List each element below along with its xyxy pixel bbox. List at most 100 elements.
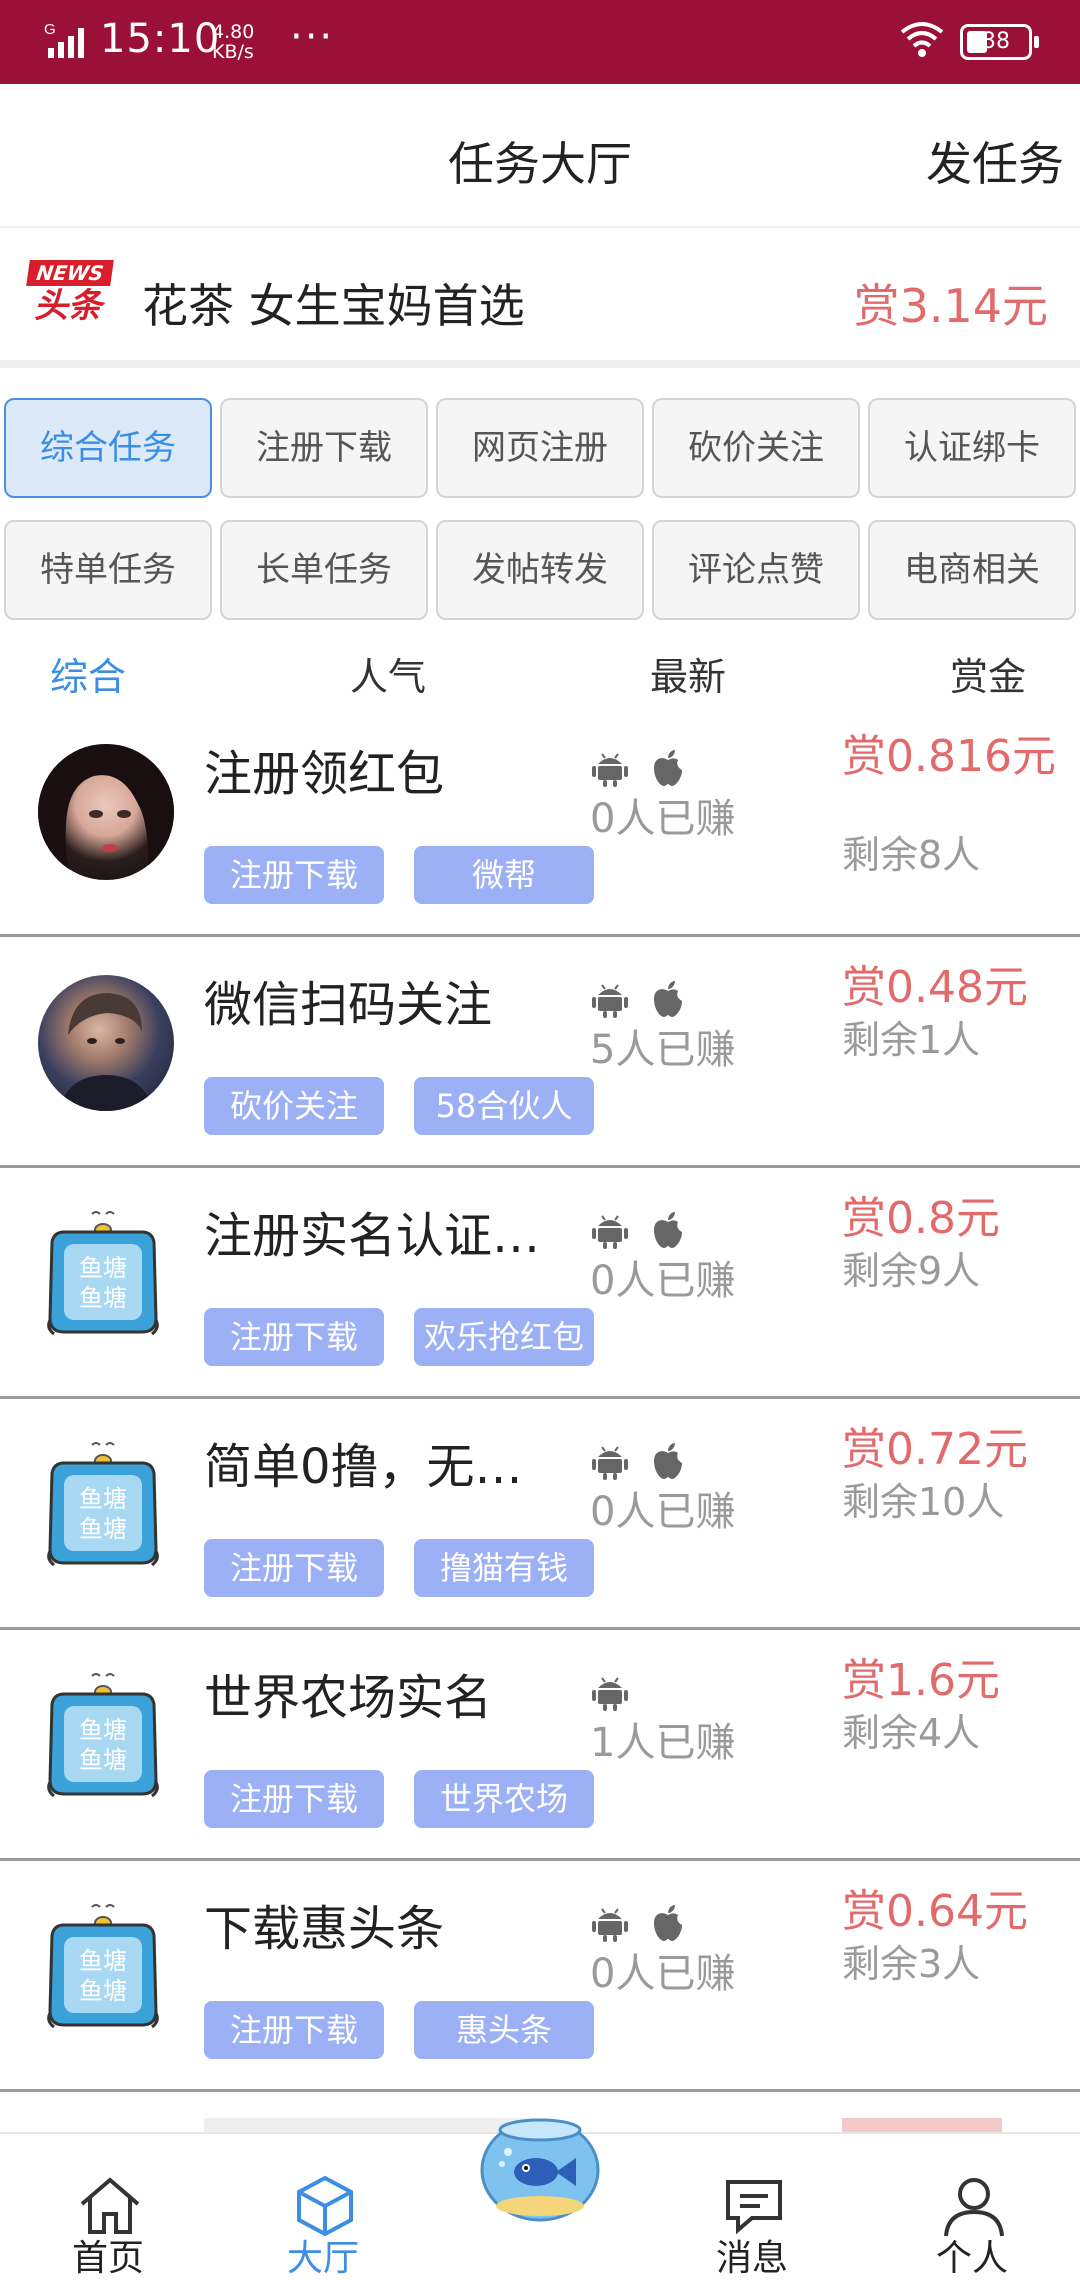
task-item[interactable]: 微信扫码关注 5人已赚 赏0.48元 剩余1人 砍价关注 58合伙人 (0, 937, 1080, 1168)
task-tag-category: 注册下载 (204, 1539, 384, 1597)
platform-icons (591, 750, 682, 788)
android-icon (591, 984, 629, 1019)
banner-reward: 赏3.14元 (853, 279, 1048, 333)
sort-tabs: 综合 人气 最新 赏金 (0, 636, 1080, 706)
sort-reward[interactable]: 赏金 (950, 646, 1026, 701)
category-verify-bind-card[interactable]: 认证绑卡 (868, 398, 1076, 498)
header: 任务大厅 发任务 (0, 84, 1080, 228)
pond-avatar-icon (47, 1672, 159, 1798)
sort-comprehensive[interactable]: 综合 (50, 646, 126, 701)
status-bar: G 15:10 4.80 KB/s ··· 38 (0, 0, 1080, 84)
publish-task-button[interactable]: 发任务 (926, 128, 1064, 194)
category-special[interactable]: 特单任务 (4, 520, 212, 620)
signal-icon: G (44, 21, 84, 58)
earned-count: 0人已赚 (590, 796, 736, 842)
pond-avatar-icon (47, 1441, 159, 1567)
task-reward: 赏0.64元 (842, 1886, 1028, 1937)
category-long-term[interactable]: 长单任务 (220, 520, 428, 620)
category-bargain-follow[interactable]: 砍价关注 (652, 398, 860, 498)
remaining-count: 剩余1人 (842, 1018, 981, 1062)
earned-count: 0人已赚 (590, 1951, 736, 1997)
platform-icons (591, 1212, 682, 1250)
sort-popularity[interactable]: 人气 (350, 646, 426, 701)
battery-icon: 38 (960, 24, 1039, 60)
news-logo-cn: 头条 (34, 286, 102, 326)
banner-title: 花茶 女生宝妈首选 (142, 279, 525, 333)
task-reward: 赏0.48元 (842, 962, 1028, 1013)
task-title: 世界农场实名 (204, 1670, 493, 1726)
earned-count: 0人已赚 (590, 1489, 736, 1535)
platform-icons (591, 1677, 629, 1712)
home-icon (80, 2177, 140, 2234)
task-tag-category: 注册下载 (204, 1770, 384, 1828)
news-logo-en: NEWS (26, 260, 114, 286)
android-icon (591, 753, 629, 788)
task-tag-app: 惠头条 (414, 2001, 594, 2059)
task-title: 简单0撸，无… (204, 1439, 523, 1495)
apple-icon (654, 981, 682, 1017)
remaining-count: 剩余8人 (842, 833, 981, 877)
sort-newest[interactable]: 最新 (650, 646, 726, 701)
fishbowl-icon[interactable] (478, 2112, 602, 2222)
android-icon (591, 1677, 629, 1712)
network-speed-value: 4.80 (212, 21, 255, 43)
remaining-count: 剩余4人 (842, 1711, 981, 1755)
news-logo: NEWS 头条 (26, 260, 114, 330)
category-web-register[interactable]: 网页注册 (436, 398, 644, 498)
pond-avatar-icon (47, 1903, 159, 2029)
tab-home[interactable]: 首页 (28, 2134, 188, 2280)
task-item[interactable]: 下载惠头条 0人已赚 赏0.64元 剩余3人 注册下载 惠头条 (0, 1861, 1080, 2092)
apple-icon (654, 1443, 682, 1479)
task-reward: 赏1.6元 (842, 1655, 1000, 1706)
earned-count: 1人已赚 (590, 1720, 736, 1766)
tab-messages[interactable]: 消息 (672, 2134, 832, 2280)
network-speed: 4.80 KB/s (212, 22, 254, 62)
task-tag-category: 注册下载 (204, 846, 384, 904)
task-tag-category: 砍价关注 (204, 1077, 384, 1135)
task-tag-app: 世界农场 (414, 1770, 594, 1828)
remaining-count: 剩余3人 (842, 1942, 981, 1986)
featured-task-banner[interactable]: NEWS 头条 花茶 女生宝妈首选 赏3.14元 (0, 228, 1080, 368)
task-avatar (38, 975, 174, 1111)
category-ecommerce[interactable]: 电商相关 (868, 520, 1076, 620)
task-title: 注册领红包 (204, 746, 445, 802)
apple-icon (654, 1212, 682, 1248)
task-item[interactable]: 简单0撸，无… 0人已赚 赏0.72元 剩余10人 注册下载 撸猫有钱 (0, 1399, 1080, 1630)
platform-icons (591, 981, 682, 1019)
page-title: 任务大厅 (448, 137, 632, 191)
category-comment-like[interactable]: 评论点赞 (652, 520, 860, 620)
task-title: 注册实名认证… (204, 1208, 541, 1264)
tab-home-label: 首页 (71, 2238, 144, 2279)
cube-icon (297, 2175, 353, 2237)
signal-label: G (44, 21, 56, 38)
tab-profile[interactable]: 个人 (892, 2134, 1052, 2280)
category-comprehensive[interactable]: 综合任务 (4, 398, 212, 498)
category-register-download[interactable]: 注册下载 (220, 398, 428, 498)
status-time: 15:10 (100, 16, 221, 62)
task-tag-app: 微帮 (414, 846, 594, 904)
android-icon (591, 1446, 629, 1481)
task-avatar (38, 744, 174, 880)
remaining-count: 剩余10人 (842, 1480, 1005, 1524)
apple-icon (654, 750, 682, 786)
task-reward: 赏0.8元 (842, 1193, 1000, 1244)
category-post-repost[interactable]: 发帖转发 (436, 520, 644, 620)
tab-hall-label: 大厅 (286, 2238, 359, 2279)
task-tag-app: 撸猫有钱 (414, 1539, 594, 1597)
task-item[interactable]: 注册实名认证… 0人已赚 赏0.8元 剩余9人 注册下载 欢乐抢红包 (0, 1168, 1080, 1399)
task-title: 微信扫码关注 (204, 977, 493, 1033)
task-reward: 赏0.816元 (842, 731, 1056, 782)
platform-icons (591, 1905, 682, 1943)
task-item[interactable]: 世界农场实名 1人已赚 赏1.6元 剩余4人 注册下载 世界农场 (0, 1630, 1080, 1861)
tab-hall[interactable]: 大厅 (243, 2134, 403, 2280)
battery-level: 38 (982, 29, 1010, 54)
task-item[interactable]: 注册领红包 0人已赚 赏0.816元 剩余8人 注册下载 微帮 (0, 706, 1080, 937)
pond-avatar-icon (47, 1210, 159, 1336)
remaining-count: 剩余9人 (842, 1249, 981, 1293)
android-icon (591, 1908, 629, 1943)
tab-profile-label: 个人 (935, 2238, 1008, 2279)
task-tag-app: 58合伙人 (414, 1077, 594, 1135)
apple-icon (654, 1905, 682, 1941)
wifi-icon (900, 22, 944, 57)
tab-messages-label: 消息 (715, 2238, 788, 2279)
